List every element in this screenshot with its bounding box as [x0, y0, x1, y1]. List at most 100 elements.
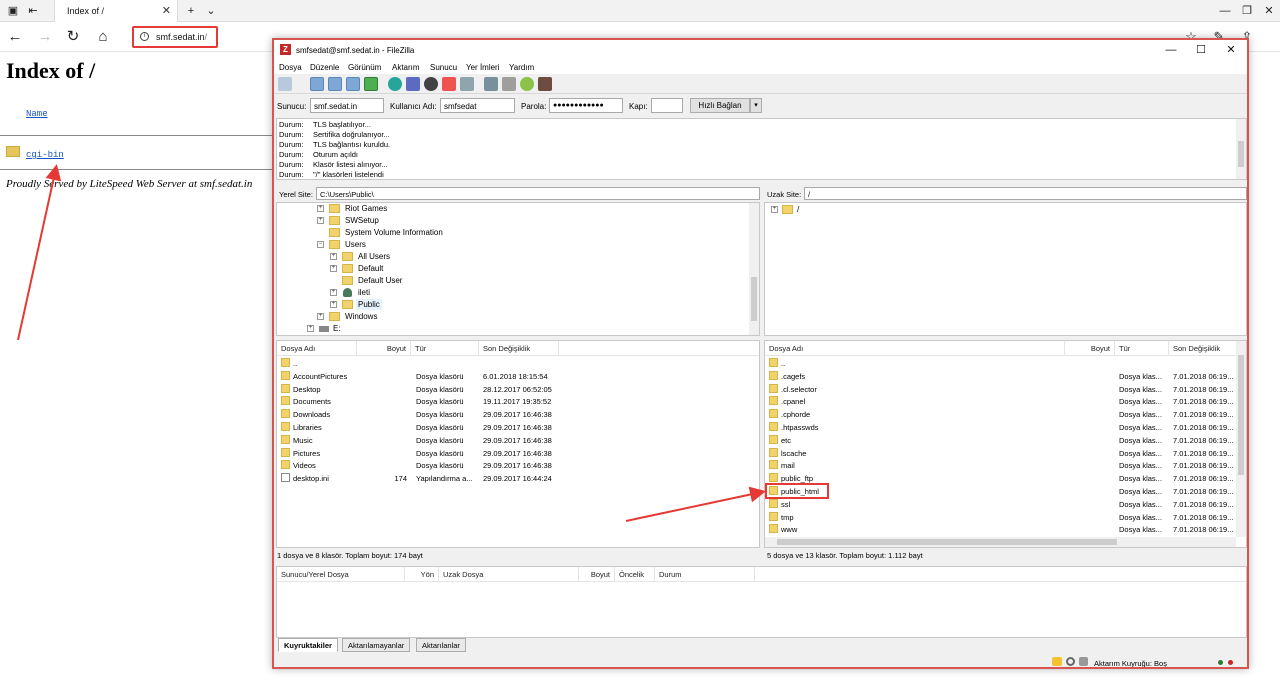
col-header[interactable]: Tür: [1115, 341, 1169, 356]
file-date: 7.01.2018 06:19...: [1173, 397, 1234, 407]
toggle-queue-icon[interactable]: [364, 77, 378, 91]
log-scrollbar[interactable]: [1236, 119, 1246, 179]
port-input[interactable]: [651, 98, 683, 113]
file-name: .htpasswds: [781, 423, 819, 432]
menu-gorunum[interactable]: Görünüm: [348, 63, 381, 72]
directory-listing-filters-icon[interactable]: [484, 77, 498, 91]
col-header[interactable]: Dosya Adı: [765, 341, 1065, 356]
col-header[interactable]: Son Değişiklik: [479, 341, 559, 356]
quickconnect-button[interactable]: Hızlı Bağlan: [690, 98, 750, 113]
file-type: Dosya klas...: [1119, 384, 1162, 394]
folder-icon: [769, 409, 778, 419]
quickconnect-dropdown-icon[interactable]: ▾: [750, 98, 762, 113]
toggle-remote-tree-icon[interactable]: [346, 77, 360, 91]
sync-browsing-icon[interactable]: [502, 77, 516, 91]
table-row[interactable]: .cpanel Dosya klas... 7.01.2018 06:19...: [765, 395, 1237, 408]
menu-duzenle[interactable]: Düzenle: [310, 63, 339, 72]
col-header[interactable]: Durum: [655, 567, 755, 582]
process-queue-icon[interactable]: [406, 77, 420, 91]
compare-icon[interactable]: [520, 77, 534, 91]
local-tree-scrollbar[interactable]: [749, 203, 759, 335]
menu-sunucu[interactable]: Sunucu: [430, 63, 457, 72]
col-header[interactable]: Tür: [411, 341, 479, 356]
table-row[interactable]: Music Dosya klasörü 29.09.2017 16:46:38: [277, 434, 759, 447]
close-icon[interactable]: ✕: [1223, 43, 1239, 57]
remote-list-scrollbar[interactable]: [1236, 341, 1246, 537]
table-row[interactable]: ..: [277, 357, 759, 370]
table-row[interactable]: Libraries Dosya klasörü 29.09.2017 16:46:3…: [277, 421, 759, 434]
table-row[interactable]: AccountPictures Dosya klasörü 6.01.2018 18…: [277, 370, 759, 383]
table-row[interactable]: ssl Dosya klas... 7.01.2018 06:19...: [765, 498, 1237, 511]
password-input[interactable]: ●●●●●●●●●●●●: [549, 98, 623, 113]
search-binoculars-icon[interactable]: [538, 77, 552, 91]
message-log: Durum: TLS başlatılıyor... Durum: Sertifik…: [276, 118, 1247, 180]
col-header[interactable]: Boyut: [579, 567, 615, 582]
table-row[interactable]: .cl.selector Dosya klas... 7.01.2018 06:19…: [765, 383, 1237, 396]
menu-bar: Dosya Düzenle Görünüm Aktarım Sunucu Yer…: [274, 60, 1247, 74]
table-row[interactable]: ..: [765, 357, 1237, 370]
col-header[interactable]: Dosya Adı: [277, 341, 357, 356]
menu-yer-imleri[interactable]: Yer İmleri: [466, 63, 500, 72]
menu-aktarim[interactable]: Aktarım: [392, 63, 420, 72]
folder-icon: [281, 370, 290, 380]
table-row[interactable]: desktop.ini 174 Yapılandırma a... 29.09.201…: [277, 472, 759, 485]
tab-kuyruktakiler[interactable]: Kuyruktakiler: [278, 638, 338, 652]
transfer-queue: Sunucu/Yerel Dosya Yön Uzak Dosya Boyut …: [276, 566, 1247, 638]
remote-status: 5 dosya ve 13 klasör. Toplam boyut: 1.11…: [767, 551, 923, 560]
speed-limit-icon[interactable]: [1079, 657, 1088, 666]
table-row[interactable]: Videos Dosya klasörü 29.09.2017 16:46:38: [277, 459, 759, 472]
host-input[interactable]: smf.sedat.in: [310, 98, 384, 113]
table-row[interactable]: mail Dosya klas... 7.01.2018 06:19...: [765, 459, 1237, 472]
remote-site-input[interactable]: /: [804, 187, 1247, 200]
tab-aktarilamayanlar[interactable]: Aktarılamayanlar: [342, 638, 411, 652]
file-name: .cphorde: [781, 410, 811, 420]
maximize-icon[interactable]: ☐: [1193, 43, 1209, 57]
folder-icon: [281, 383, 290, 393]
refresh-icon[interactable]: [388, 77, 402, 91]
local-list-header: Dosya Adı Boyut Tür Son Değişiklik: [277, 341, 759, 356]
disconnect-icon[interactable]: [442, 77, 456, 91]
local-site-input[interactable]: C:\Users\Public\: [316, 187, 760, 200]
table-row[interactable]: www Dosya klas... 7.01.2018 06:19...: [765, 523, 1237, 536]
menu-yardim[interactable]: Yardım: [509, 63, 534, 72]
tab-aktarilanlar[interactable]: Aktarılanlar: [416, 638, 466, 652]
table-row[interactable]: Pictures Dosya klasörü 29.09.2017 16:46:38: [277, 447, 759, 460]
col-header[interactable]: Öncelik: [615, 567, 655, 582]
file-name: Downloads: [293, 410, 331, 420]
folder-icon: [281, 396, 290, 406]
col-header[interactable]: Uzak Dosya: [439, 567, 579, 582]
folder-icon: [769, 511, 778, 521]
queue-status: Aktarım Kuyruğu: Boş: [1094, 659, 1167, 668]
table-row[interactable]: .htpasswds Dosya klas... 7.01.2018 06:19..…: [765, 421, 1237, 434]
minimize-icon[interactable]: —: [1163, 43, 1179, 57]
table-row[interactable]: public_html Dosya klas... 7.01.2018 06:19.…: [765, 485, 1237, 498]
site-manager-icon[interactable]: [278, 77, 292, 91]
folder-icon: [329, 216, 340, 225]
menu-dosya[interactable]: Dosya: [279, 63, 302, 72]
file-type: Dosya klas...: [1119, 461, 1162, 471]
col-header[interactable]: Sunucu/Yerel Dosya: [277, 567, 405, 582]
toggle-log-icon[interactable]: [310, 77, 324, 91]
table-row[interactable]: .cagefs Dosya klas... 7.01.2018 06:19...: [765, 370, 1237, 383]
remote-list-hscrollbar[interactable]: [765, 537, 1236, 547]
col-header[interactable]: Boyut: [1065, 341, 1115, 356]
file-date: 29.09.2017 16:46:38: [483, 423, 552, 432]
table-row[interactable]: lscache Dosya klas... 7.01.2018 06:19...: [765, 447, 1237, 460]
cancel-icon[interactable]: [424, 77, 438, 91]
table-row[interactable]: Downloads Dosya klasörü 29.09.2017 16:46:3…: [277, 408, 759, 421]
table-row[interactable]: etc Dosya klas... 7.01.2018 06:19...: [765, 434, 1237, 447]
gear-icon[interactable]: [1066, 657, 1075, 666]
user-input[interactable]: smfsedat: [440, 98, 515, 113]
table-row[interactable]: .cphorde Dosya klas... 7.01.2018 06:19...: [765, 408, 1237, 421]
table-row[interactable]: Documents Dosya klasörü 19.11.2017 19:35:5…: [277, 395, 759, 408]
table-row[interactable]: public_ftp Dosya klas... 7.01.2018 06:19..…: [765, 472, 1237, 485]
col-header[interactable]: Boyut: [357, 341, 411, 356]
table-row[interactable]: tmp Dosya klas... 7.01.2018 06:19...: [765, 511, 1237, 524]
col-header[interactable]: Son Değişiklik: [1169, 341, 1239, 356]
file-date: 28.12.2017 06:52:05: [483, 384, 552, 394]
reconnect-icon[interactable]: [460, 77, 474, 91]
table-row[interactable]: Desktop Dosya klasörü 28.12.2017 06:52:05: [277, 383, 759, 396]
col-header[interactable]: Yön: [405, 567, 439, 582]
folder-icon: [281, 460, 290, 470]
toggle-local-tree-icon[interactable]: [328, 77, 342, 91]
